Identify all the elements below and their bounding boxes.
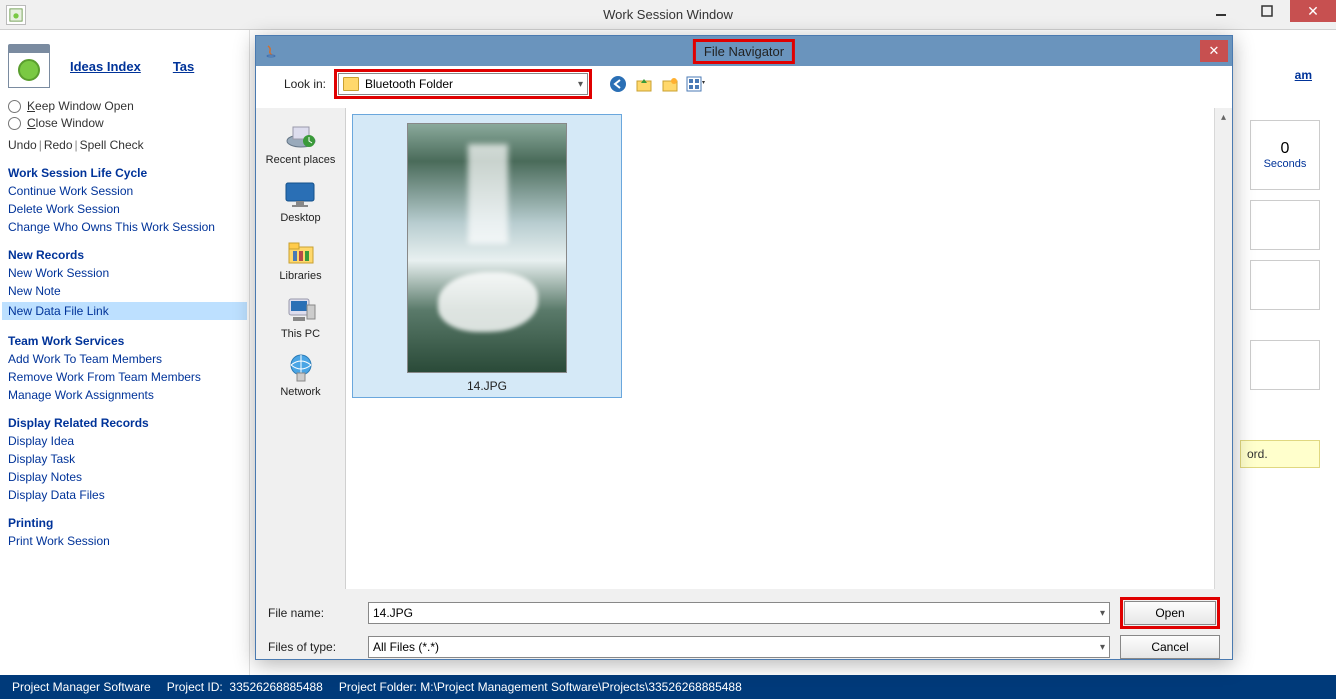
section-team: Team Work Services <box>8 334 241 348</box>
place-libraries[interactable]: Libraries <box>275 232 325 286</box>
place-this-pc[interactable]: This PC <box>277 290 324 344</box>
place-network[interactable]: Network <box>276 348 324 402</box>
panel-box-3 <box>1250 260 1320 310</box>
am-link-fragment[interactable]: am <box>1295 68 1312 82</box>
display-notes-link[interactable]: Display Notes <box>8 470 241 484</box>
window-title: Work Session Window <box>603 7 733 22</box>
cancel-button[interactable]: Cancel <box>1120 635 1220 659</box>
maximize-button[interactable] <box>1244 0 1290 22</box>
close-button[interactable]: ✕ <box>1290 0 1336 22</box>
scroll-up-icon[interactable]: ▴ <box>1215 108 1232 126</box>
keep-window-open-radio[interactable]: Keep Window Open <box>8 99 241 113</box>
redo-link[interactable]: Redo <box>44 138 73 152</box>
print-work-session-link[interactable]: Print Work Session <box>8 534 241 548</box>
main-titlebar: Work Session Window ✕ <box>0 0 1336 30</box>
seconds-value: 0 <box>1281 140 1290 158</box>
sidebar: Ideas Index Tas Keep Window Open Close W… <box>0 30 250 675</box>
chevron-down-icon: ▾ <box>1100 608 1105 619</box>
change-owner-link[interactable]: Change Who Owns This Work Session <box>8 220 241 234</box>
app-icon <box>6 5 26 25</box>
close-window-radio[interactable]: Close Window <box>8 116 241 130</box>
new-note-link[interactable]: New Note <box>8 284 241 298</box>
filetype-label: Files of type: <box>268 640 358 654</box>
tasks-link-fragment[interactable]: Tas <box>173 59 194 74</box>
display-idea-link[interactable]: Display Idea <box>8 434 241 448</box>
seconds-panel: 0 Seconds <box>1250 120 1320 190</box>
panel-box-2 <box>1250 200 1320 250</box>
ideas-index-link[interactable]: Ideas Index <box>70 59 141 74</box>
scrollbar[interactable]: ▴ <box>1214 108 1232 589</box>
panel-box-4 <box>1250 340 1320 390</box>
open-button-highlight: Open <box>1120 597 1220 629</box>
status-app: Project Manager Software <box>12 680 151 694</box>
section-lifecycle: Work Session Life Cycle <box>8 166 241 180</box>
up-folder-icon[interactable] <box>634 74 654 94</box>
new-data-file-link[interactable]: New Data File Link <box>2 302 247 320</box>
dialog-titlebar[interactable]: File Navigator ✕ <box>256 36 1232 66</box>
folder-icon <box>343 77 359 91</box>
seconds-label: Seconds <box>1264 158 1307 170</box>
note-fragment: ord. <box>1240 440 1320 468</box>
chevron-down-icon: ▾ <box>578 79 583 90</box>
dialog-title: File Navigator <box>704 44 784 59</box>
new-work-session-link[interactable]: New Work Session <box>8 266 241 280</box>
file-list[interactable]: 14.JPG ▴ <box>346 108 1232 589</box>
place-desktop[interactable]: Desktop <box>276 174 324 228</box>
places-bar: Recent places Desktop Libraries This PC … <box>256 108 346 589</box>
lookin-dropdown[interactable]: Bluetooth Folder ▾ <box>338 73 588 95</box>
thumbnail-label: 14.JPG <box>467 379 507 393</box>
calendar-clock-icon <box>8 44 50 88</box>
display-task-link[interactable]: Display Task <box>8 452 241 466</box>
section-printing: Printing <box>8 516 241 530</box>
open-button[interactable]: Open <box>1124 601 1216 625</box>
status-bar: Project Manager Software Project ID: 335… <box>0 675 1336 699</box>
undo-redo-spell: Undo|Redo|Spell Check <box>8 138 241 152</box>
place-recent[interactable]: Recent places <box>262 116 340 170</box>
filename-input[interactable]: 14.JPG ▾ <box>368 602 1110 624</box>
minimize-button[interactable] <box>1198 0 1244 22</box>
status-project-folder: Project Folder: M:\Project Management So… <box>339 680 742 694</box>
section-display: Display Related Records <box>8 416 241 430</box>
file-navigator-dialog: File Navigator ✕ .dtitle-wrap{position:a… <box>255 35 1233 660</box>
lookin-highlight: Bluetooth Folder ▾ <box>334 69 592 99</box>
view-mode-icon[interactable] <box>686 74 706 94</box>
thumbnail-image <box>407 123 567 373</box>
display-data-files-link[interactable]: Display Data Files <box>8 488 241 502</box>
lookin-label: Look in: <box>266 77 326 91</box>
file-thumbnail-selected[interactable]: 14.JPG <box>352 114 622 398</box>
undo-link[interactable]: Undo <box>8 138 37 152</box>
status-project-id: Project ID: 33526268885488 <box>167 680 323 694</box>
filename-label: File name: <box>268 606 358 620</box>
continue-work-session-link[interactable]: Continue Work Session <box>8 184 241 198</box>
section-new-records: New Records <box>8 248 241 262</box>
back-icon[interactable] <box>608 74 628 94</box>
dialog-close-button[interactable]: ✕ <box>1200 40 1228 62</box>
new-folder-icon[interactable] <box>660 74 680 94</box>
spellcheck-link[interactable]: Spell Check <box>80 138 144 152</box>
chevron-down-icon: ▾ <box>1100 642 1105 653</box>
remove-work-team-link[interactable]: Remove Work From Team Members <box>8 370 241 384</box>
delete-work-session-link[interactable]: Delete Work Session <box>8 202 241 216</box>
manage-assignments-link[interactable]: Manage Work Assignments <box>8 388 241 402</box>
java-icon <box>264 44 278 58</box>
lookin-value: Bluetooth Folder <box>365 77 453 91</box>
filetype-dropdown[interactable]: All Files (*.*) ▾ <box>368 636 1110 658</box>
dialog-title-highlight: File Navigator <box>693 39 795 64</box>
add-work-team-link[interactable]: Add Work To Team Members <box>8 352 241 366</box>
